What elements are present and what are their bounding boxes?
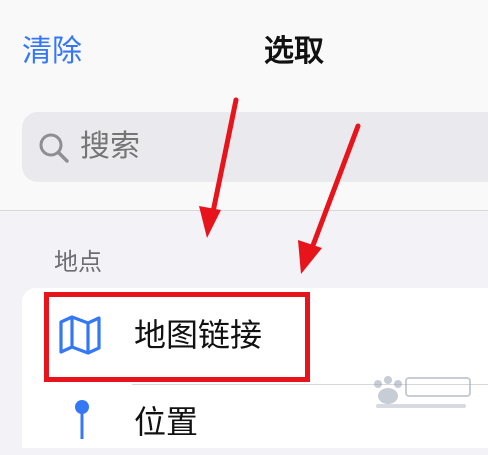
location-pin-icon bbox=[75, 400, 89, 439]
watermark-logo bbox=[374, 376, 471, 408]
search-input[interactable] bbox=[80, 126, 380, 168]
search-icon bbox=[39, 133, 69, 163]
section-header-places: 地点 bbox=[54, 248, 102, 276]
search-bar[interactable] bbox=[22, 112, 488, 182]
highlight-box bbox=[44, 292, 310, 382]
header-divider bbox=[0, 210, 488, 211]
header-bar: 清除 选取 bbox=[0, 0, 488, 210]
list-item-label: 位置 bbox=[134, 403, 199, 441]
page-title: 选取 bbox=[264, 34, 324, 69]
